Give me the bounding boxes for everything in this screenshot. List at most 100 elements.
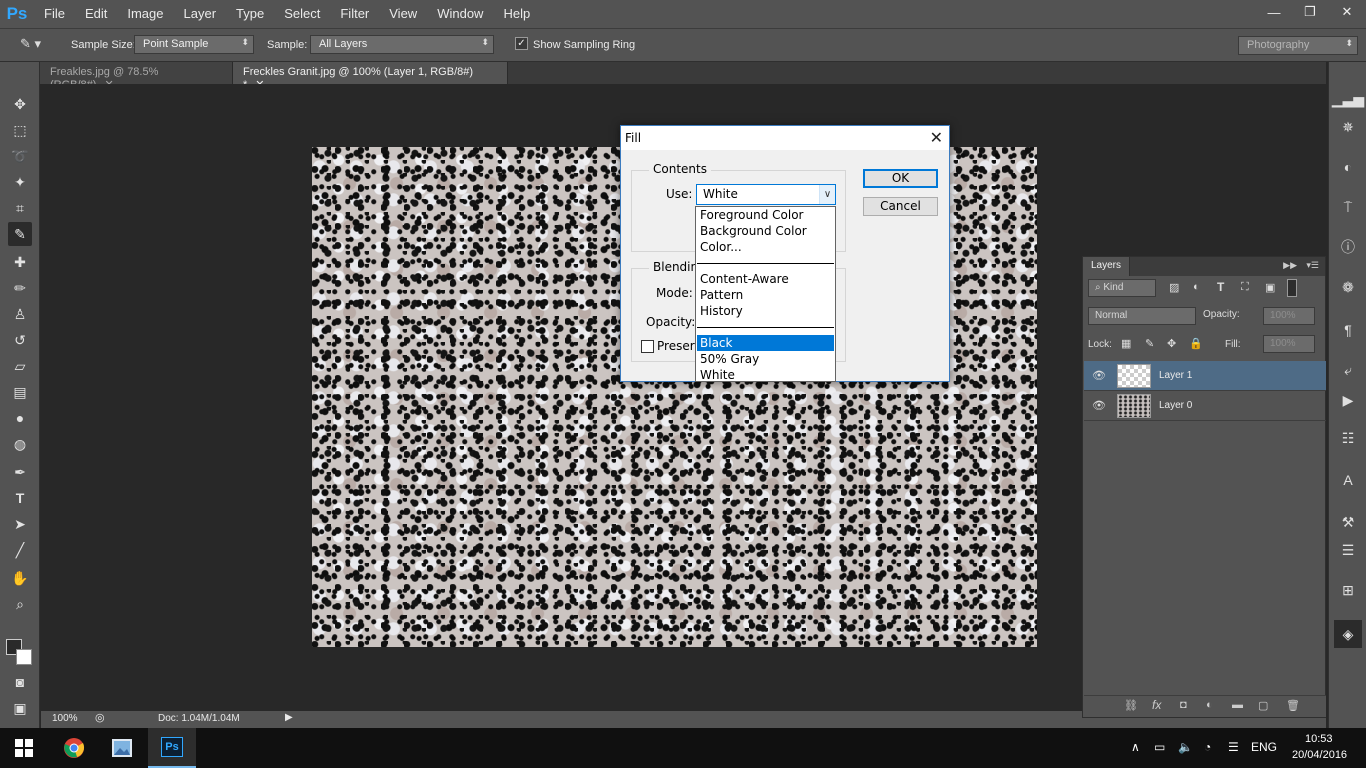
filter-adjustment-icon[interactable]: ◐ [1193, 281, 1200, 293]
restore-button[interactable]: ❐ [1292, 0, 1328, 24]
move-tool-icon[interactable]: ✥ [8, 92, 32, 116]
zoom-level[interactable]: 100% [52, 713, 78, 724]
brush-presets-icon[interactable]: ☰ [1338, 540, 1358, 560]
filter-kind-select[interactable]: ⌕ Kind [1088, 279, 1156, 297]
close-icon[interactable]: ✕ [930, 128, 943, 147]
sample-select[interactable]: All Layers ⬍ [310, 35, 494, 54]
brush-tool-icon[interactable]: ✏ [8, 276, 32, 300]
opacity-field[interactable]: 100% [1263, 307, 1315, 325]
filter-shape-icon[interactable]: ⛶ [1241, 281, 1249, 294]
navigator-icon[interactable]: ✵ [1338, 117, 1358, 137]
blend-mode-select[interactable]: Normal [1088, 307, 1196, 325]
lock-position-icon[interactable]: ✥ [1167, 337, 1176, 350]
battery-icon[interactable]: ▭ [1154, 740, 1165, 754]
menu-file[interactable]: File [34, 0, 75, 28]
option-foreground-color[interactable]: Foreground Color [697, 207, 834, 223]
menu-filter[interactable]: Filter [330, 0, 379, 28]
eyedropper-tool-icon[interactable]: ✎ [8, 222, 32, 246]
lock-pixels-icon[interactable]: ✎ [1145, 337, 1154, 350]
panel-menu-icon[interactable]: ▾☰ [1306, 260, 1319, 271]
zoom-tool-icon[interactable]: ⌕ [8, 592, 32, 616]
windows-start-icon[interactable] [0, 728, 48, 768]
option-pattern[interactable]: Pattern [697, 287, 834, 303]
background-color-swatch[interactable] [16, 649, 32, 665]
preserve-transparency-checkbox[interactable] [641, 340, 654, 353]
eyedropper-preset-icon[interactable]: ✎ ▾ [20, 36, 50, 54]
tab-freakles[interactable]: Freakles.jpg @ 78.5% (RGB/8#)✕ [40, 62, 233, 91]
option-black[interactable]: Black [697, 335, 834, 351]
workspace-select[interactable]: Photography ⬍ [1238, 36, 1358, 55]
group-folder-icon[interactable]: ▬ [1232, 699, 1243, 711]
menu-edit[interactable]: Edit [75, 0, 117, 28]
close-window-button[interactable]: ✕ [1328, 0, 1366, 24]
layer-row-layer-0[interactable]: 👁 Layer 0 [1084, 391, 1326, 421]
tool-presets-icon[interactable]: ⚒ [1338, 512, 1358, 532]
show-sampling-ring-checkbox[interactable]: ✓ [515, 37, 528, 50]
filter-pixel-icon[interactable]: ▨ [1169, 281, 1179, 294]
channels-icon[interactable]: ❁ [1338, 277, 1358, 297]
gradient-tool-icon[interactable]: ▤ [8, 380, 32, 404]
info-icon[interactable]: ⓘ [1338, 237, 1358, 257]
fill-field[interactable]: 100% [1263, 335, 1315, 353]
hand-tool-icon[interactable]: ✋ [8, 566, 32, 590]
layers-panel-icon[interactable]: ◈ [1334, 620, 1362, 648]
adjustments-icon[interactable]: ◐ [1338, 157, 1358, 177]
status-info-icon[interactable]: ◎ [95, 711, 105, 724]
new-layer-icon[interactable]: ▢ [1258, 699, 1268, 712]
chevron-up-icon[interactable]: ∧ [1131, 740, 1140, 754]
option-history[interactable]: History [697, 303, 834, 319]
menu-select[interactable]: Select [274, 0, 330, 28]
lock-transparent-icon[interactable]: ▦ [1121, 337, 1131, 350]
collapse-icon[interactable]: ▶▶ [1283, 260, 1297, 271]
option-color[interactable]: Color... [697, 239, 834, 255]
crop-tool-icon[interactable]: ⌗ [8, 196, 32, 220]
photoshop-icon[interactable]: Ps [148, 728, 196, 768]
layer-style-icon[interactable]: fx [1152, 698, 1161, 712]
language-indicator[interactable]: ENG [1251, 740, 1277, 754]
clone-stamp-tool-icon[interactable]: ♙ [8, 302, 32, 326]
marquee-tool-icon[interactable]: ⬚ [8, 118, 32, 142]
filter-smart-object-icon[interactable]: ▣ [1265, 281, 1275, 294]
clock-time[interactable]: 10:53 [1305, 733, 1333, 745]
layers-tab[interactable]: Layers [1083, 257, 1131, 276]
menu-image[interactable]: Image [117, 0, 173, 28]
adjustment-layer-icon[interactable]: ◐ [1206, 699, 1213, 711]
menu-window[interactable]: Window [427, 0, 493, 28]
minimize-button[interactable]: — [1256, 0, 1292, 24]
visibility-eye-icon[interactable]: 👁 [1092, 399, 1106, 412]
properties-icon[interactable]: ☷ [1338, 428, 1358, 448]
option-content-aware[interactable]: Content-Aware [697, 271, 834, 287]
menu-view[interactable]: View [379, 0, 427, 28]
option-50-gray[interactable]: 50% Gray [697, 351, 834, 367]
screen-mode-icon[interactable]: ▣ [8, 696, 32, 720]
history-icon[interactable]: ⤶ [1338, 360, 1358, 380]
path-selection-tool-icon[interactable]: ➤ [8, 512, 32, 536]
menu-layer[interactable]: Layer [174, 0, 227, 28]
character-icon[interactable]: A [1338, 470, 1358, 490]
magic-wand-tool-icon[interactable]: ✦ [8, 170, 32, 194]
chrome-icon[interactable] [50, 728, 98, 768]
history-brush-tool-icon[interactable]: ↺ [8, 328, 32, 352]
visibility-eye-icon[interactable]: 👁 [1092, 369, 1106, 382]
option-background-color[interactable]: Background Color [697, 223, 834, 239]
healing-brush-tool-icon[interactable]: ✚ [8, 250, 32, 274]
eraser-tool-icon[interactable]: ▱ [8, 354, 32, 378]
lock-all-icon[interactable]: 🔒 [1189, 337, 1203, 350]
quick-mask-icon[interactable]: ◙ [8, 670, 32, 694]
wifi-icon[interactable]: ◔ [1204, 740, 1211, 754]
line-tool-icon[interactable]: ╱ [8, 538, 32, 562]
type-tool-icon[interactable]: T [8, 486, 32, 510]
menu-help[interactable]: Help [493, 0, 540, 28]
option-white[interactable]: White [697, 367, 834, 383]
ok-button[interactable]: OK [863, 169, 938, 188]
tab-freckles-granit[interactable]: Freckles Granit.jpg @ 100% (Layer 1, RGB… [233, 62, 508, 91]
photos-icon[interactable] [98, 728, 146, 768]
pen-tool-icon[interactable]: ✒ [8, 460, 32, 484]
dodge-tool-icon[interactable]: ◍ [8, 432, 32, 456]
paths-icon[interactable]: ⍑ [1338, 197, 1358, 217]
link-layers-icon[interactable]: ⛓ [1124, 699, 1138, 712]
filter-type-icon[interactable]: T [1217, 280, 1224, 294]
status-menu-arrow-icon[interactable]: ▶ [285, 712, 293, 723]
layer-row-layer-1[interactable]: 👁 Layer 1 [1084, 361, 1326, 391]
delete-layer-icon[interactable]: 🗑 [1286, 699, 1300, 712]
